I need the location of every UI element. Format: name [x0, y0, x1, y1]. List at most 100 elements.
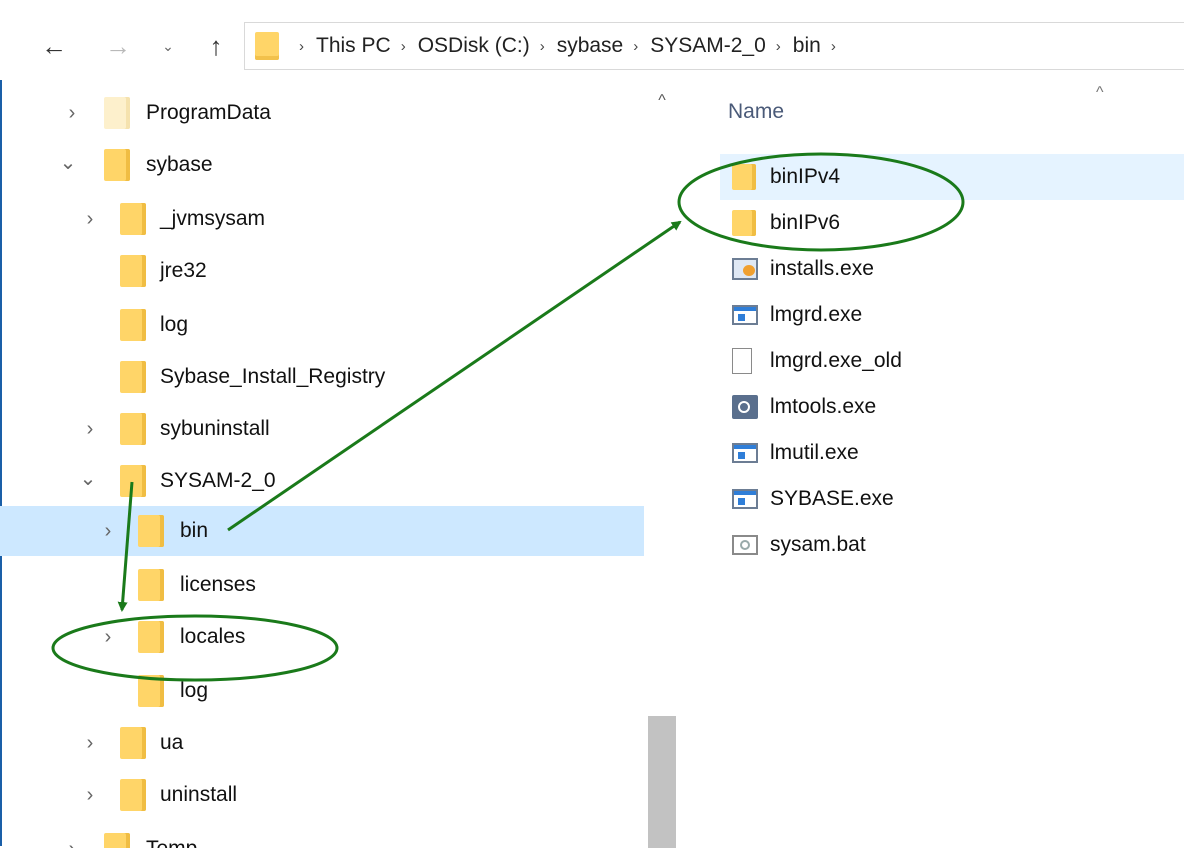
tree-item-label: jre32 — [160, 259, 207, 282]
folder-icon — [138, 675, 164, 707]
arrow-left-icon: ← — [41, 30, 67, 61]
tree-item-label: ua — [160, 731, 184, 754]
tree-item-locales[interactable]: › locales — [0, 612, 644, 662]
file-item-lmtools-exe[interactable]: lmtools.exe — [720, 384, 1184, 430]
tree-item-jre32[interactable]: jre32 — [0, 246, 644, 296]
file-item-lmgrd-exe-old[interactable]: lmgrd.exe_old — [720, 338, 1184, 384]
tree-item-label: SYSAM-2_0 — [160, 469, 276, 492]
folder-icon — [138, 515, 164, 547]
tree-item-label: sybuninstall — [160, 417, 270, 440]
file-item-lmgrd-exe[interactable]: lmgrd.exe — [720, 292, 1184, 338]
folder-icon — [732, 164, 756, 190]
file-name: lmgrd.exe_old — [770, 349, 902, 372]
chevron-right-icon[interactable]: › — [98, 520, 118, 543]
chevron-right-icon[interactable]: › — [62, 838, 82, 848]
file-list: Name ^ binIPv4 binIPv6 installs.exe lmgr… — [680, 80, 1184, 848]
exe-icon — [732, 305, 758, 325]
file-name: lmtools.exe — [770, 395, 877, 418]
folder-icon — [104, 97, 130, 129]
chevron-right-icon[interactable]: › — [776, 38, 781, 55]
folder-icon — [120, 255, 146, 287]
tree-item-label: Temp — [146, 837, 197, 848]
folder-icon — [104, 833, 130, 848]
folder-icon — [104, 149, 130, 181]
chevron-right-icon: › — [299, 37, 304, 55]
tree-item-log-2[interactable]: log — [0, 666, 644, 716]
file-name: lmgrd.exe — [770, 303, 863, 326]
breadcrumb-item-this-pc[interactable]: This PC — [316, 34, 391, 58]
file-name: sysam.bat — [770, 533, 866, 556]
scroll-thumb[interactable] — [648, 716, 676, 848]
breadcrumb-item-osdisk[interactable]: OSDisk (C:) — [418, 34, 530, 58]
file-name: lmutil.exe — [770, 441, 859, 464]
chevron-right-icon[interactable]: › — [540, 38, 545, 55]
breadcrumb-item-sysam[interactable]: SYSAM-2_0 — [650, 34, 766, 58]
file-name: binIPv6 — [770, 211, 841, 234]
document-icon — [732, 348, 752, 374]
folder-icon — [120, 309, 146, 341]
tree-item-sysam-2-0[interactable]: ⌄ SYSAM-2_0 — [0, 456, 644, 506]
tree-item-ua[interactable]: › ua — [0, 718, 644, 768]
tree-item-log[interactable]: log — [0, 300, 644, 350]
scroll-up-button[interactable]: ^ — [644, 92, 680, 122]
back-button[interactable]: ← — [36, 24, 72, 68]
up-button[interactable]: ↑ — [198, 24, 234, 68]
tree-item-licenses[interactable]: licenses — [0, 560, 644, 610]
arrow-right-icon: → — [105, 30, 131, 61]
tree-item-label: log — [160, 313, 189, 336]
file-item-sysam-bat[interactable]: sysam.bat — [720, 522, 1184, 568]
file-item-binipv4[interactable]: binIPv4 — [720, 154, 1184, 200]
chevron-right-icon[interactable]: › — [62, 102, 82, 125]
tree-item-label: log — [180, 679, 209, 702]
chevron-right-icon[interactable]: › — [80, 732, 100, 755]
chevron-down-icon[interactable]: ⌄ — [78, 466, 98, 491]
folder-icon — [120, 465, 146, 497]
file-item-installs-exe[interactable]: installs.exe — [720, 246, 1184, 292]
folder-icon — [120, 779, 146, 811]
recent-locations-button[interactable]: ⌄ — [150, 24, 186, 68]
tree-item-label: _jvmsysam — [160, 207, 266, 230]
folder-icon — [138, 569, 164, 601]
breadcrumb-item-bin[interactable]: bin — [793, 34, 821, 58]
tree-item-label: ProgramData — [146, 101, 271, 124]
chevron-down-icon[interactable]: ⌄ — [58, 150, 78, 175]
chevron-right-icon[interactable]: › — [633, 38, 638, 55]
tree-item-bin[interactable]: › bin — [0, 506, 644, 556]
tree-item-label: uninstall — [160, 783, 238, 806]
chevron-right-icon[interactable]: › — [80, 784, 100, 807]
tree-item-label: sybase — [146, 153, 213, 176]
chevron-right-icon[interactable]: › — [401, 38, 406, 55]
file-item-sybase-exe[interactable]: SYBASE.exe — [720, 476, 1184, 522]
sort-ascending-icon: ^ — [1096, 84, 1104, 101]
chevron-right-icon[interactable]: › — [80, 208, 100, 231]
chevron-right-icon[interactable]: › — [831, 38, 836, 55]
tree-item-label: Sybase_Install_Registry — [160, 365, 386, 388]
file-name: binIPv4 — [770, 165, 841, 188]
file-name: SYBASE.exe — [770, 487, 894, 510]
tree-item-label: locales — [180, 625, 246, 648]
tree-item-sybase-install-registry[interactable]: Sybase_Install_Registry — [0, 352, 644, 402]
tree-item-programdata[interactable]: › ProgramData — [0, 88, 644, 138]
tree-item-uninstall[interactable]: › uninstall — [0, 770, 644, 820]
chevron-down-icon: ⌄ — [162, 37, 174, 54]
folder-icon — [138, 621, 164, 653]
arrow-up-icon: ↑ — [209, 30, 223, 61]
chevron-right-icon[interactable]: › — [80, 418, 100, 441]
tree-item-sybuninstall[interactable]: › sybuninstall — [0, 404, 644, 454]
tree-item-jvmsysam[interactable]: › _jvmsysam — [0, 194, 644, 244]
tools-icon — [732, 395, 758, 419]
breadcrumb-item-sybase[interactable]: sybase — [557, 34, 624, 58]
exe-icon — [732, 443, 758, 463]
file-item-lmutil-exe[interactable]: lmutil.exe — [720, 430, 1184, 476]
breadcrumb[interactable]: › This PC › OSDisk (C:) › sybase › SYSAM… — [244, 22, 1184, 70]
folder-icon — [732, 210, 756, 236]
file-item-binipv6[interactable]: binIPv6 — [720, 200, 1184, 246]
chevron-right-icon[interactable]: › — [98, 626, 118, 649]
tree-item-sybase[interactable]: ⌄ sybase — [0, 140, 644, 190]
tree-item-label: licenses — [180, 573, 256, 596]
forward-button[interactable]: → — [100, 24, 136, 68]
folder-icon — [120, 727, 146, 759]
folder-icon — [120, 413, 146, 445]
tree-item-temp[interactable]: › Temp — [0, 824, 644, 848]
column-header-name[interactable]: Name — [728, 100, 784, 124]
